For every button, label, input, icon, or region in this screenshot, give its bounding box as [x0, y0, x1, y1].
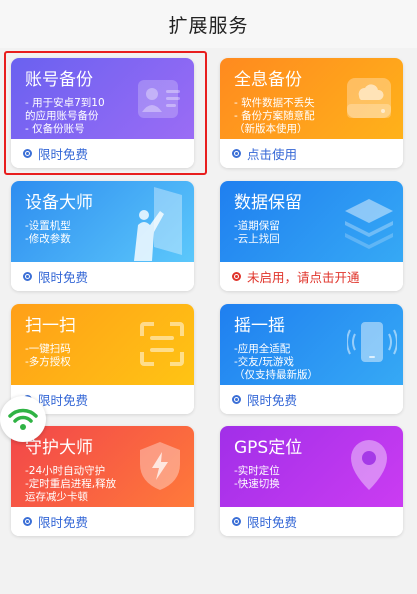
card-status-bar[interactable]: 点击使用	[220, 139, 403, 168]
card-banner: 扫一扫 -一键扫码 -多方授权	[11, 304, 194, 385]
card-status-bar[interactable]: 限时免费	[11, 507, 194, 536]
wifi-icon	[8, 408, 38, 430]
card-status-bar[interactable]: 限时免费	[220, 385, 403, 414]
card-title: 数据保留	[234, 193, 302, 213]
header: 扩展服务	[0, 0, 417, 48]
card-banner: 设备大师 -设置机型 -修改参数	[11, 181, 194, 262]
card-description: -24小时自动守护 -定时重启进程,释放 运存减少卡顿	[25, 465, 117, 503]
card-data-retention[interactable]: 数据保留 -道期保留 -云上找回 未启用，请点击开通	[220, 181, 403, 291]
card-title: 全息备份	[234, 70, 302, 90]
card-full-backup[interactable]: 全息备份 - 软件数据不丢失 - 备份方案随意配 （新版本使用） 点击使用	[220, 58, 403, 168]
card-description: -设置机型 -修改参数	[25, 220, 71, 245]
card-banner: GPS定位 -实时定位 -快速切换	[220, 426, 403, 507]
status-label: 未启用，请点击开通	[247, 270, 360, 285]
card-description: - 软件数据不丢失 - 备份方案随意配 （新版本使用）	[234, 97, 315, 135]
card-title: 设备大师	[25, 193, 93, 213]
card-description: -应用全适配 -交友/玩游戏 （仅支持最新版）	[234, 343, 318, 381]
status-icon	[23, 272, 32, 281]
card-status-bar[interactable]: 未启用，请点击开通	[220, 262, 403, 291]
card-description: -一键扫码 -多方授权	[25, 343, 71, 368]
card-status-bar[interactable]: 限时免费	[220, 507, 403, 536]
selection-highlight	[4, 51, 207, 175]
card-description: -道期保留 -云上找回	[234, 220, 280, 245]
card-banner: 守护大师 -24小时自动守护 -定时重启进程,释放 运存减少卡顿	[11, 426, 194, 507]
status-label: 限时免费	[38, 270, 89, 285]
card-status-bar[interactable]: 限时免费	[11, 262, 194, 291]
card-banner: 全息备份 - 软件数据不丢失 - 备份方案随意配 （新版本使用）	[220, 58, 403, 139]
card-gps-location[interactable]: GPS定位 -实时定位 -快速切换 限时免费	[220, 426, 403, 536]
status-label: 限时免费	[38, 515, 89, 530]
card-title: 守护大师	[25, 438, 93, 458]
card-scan[interactable]: 扫一扫 -一键扫码 -多方授权 限时免费	[11, 304, 194, 414]
status-icon	[232, 149, 241, 158]
status-icon	[23, 517, 32, 526]
card-banner: 数据保留 -道期保留 -云上找回	[220, 181, 403, 262]
status-icon	[232, 395, 241, 404]
card-guard-master[interactable]: 守护大师 -24小时自动守护 -定时重启进程,释放 运存减少卡顿 限时免费	[11, 426, 194, 536]
card-title: 摇一摇	[234, 316, 285, 336]
card-title: 扫一扫	[25, 316, 76, 336]
status-icon	[232, 272, 241, 281]
wifi-floating-button[interactable]	[0, 396, 46, 442]
status-label: 限时免费	[38, 393, 89, 408]
card-banner: 摇一摇 -应用全适配 -交友/玩游戏 （仅支持最新版）	[220, 304, 403, 385]
page-title: 扩展服务	[168, 14, 249, 37]
card-shake[interactable]: 摇一摇 -应用全适配 -交友/玩游戏 （仅支持最新版） 限时免费	[220, 304, 403, 414]
status-label: 限时免费	[247, 515, 298, 530]
card-device-master[interactable]: 设备大师 -设置机型 -修改参数 限时免费	[11, 181, 194, 291]
status-label: 限时免费	[247, 393, 298, 408]
card-description: -实时定位 -快速切换	[234, 465, 280, 490]
card-title: GPS定位	[234, 438, 303, 458]
status-label: 点击使用	[247, 147, 298, 162]
status-icon	[232, 517, 241, 526]
